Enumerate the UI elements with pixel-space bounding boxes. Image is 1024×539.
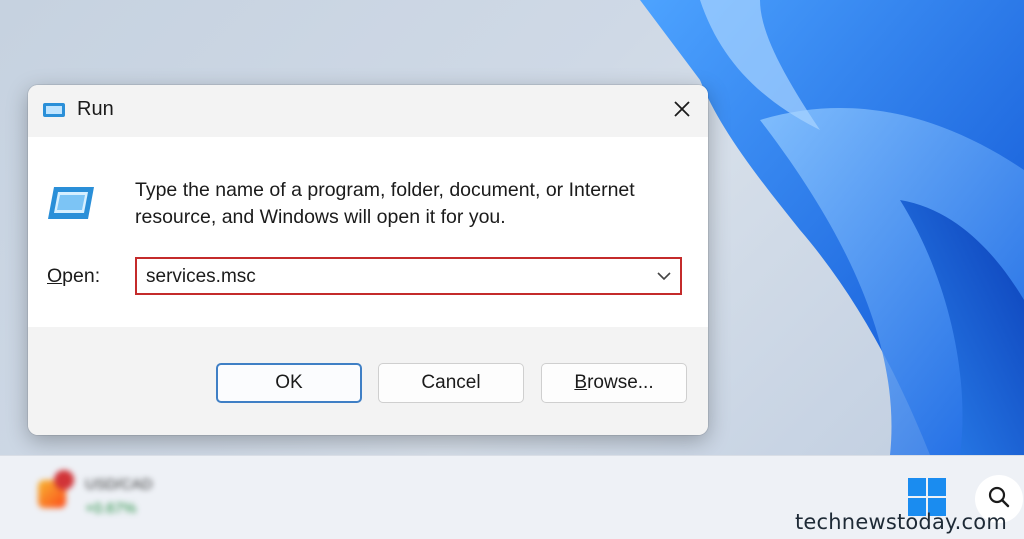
dialog-title: Run	[77, 98, 114, 120]
open-input[interactable]: services.msc	[135, 257, 682, 295]
run-dialog: Run Type the name of a program, folder, …	[28, 85, 708, 435]
chevron-down-icon[interactable]	[656, 269, 672, 283]
currency-widget[interactable]: USD/CAD +0.67%	[30, 470, 180, 520]
open-label-text: pen:	[62, 265, 101, 287]
dialog-content: Type the name of a program, folder, docu…	[28, 137, 708, 327]
title-bar[interactable]: Run	[28, 85, 708, 137]
open-label-accelerator: O	[47, 265, 63, 287]
watermark: technewstoday.com	[795, 510, 1007, 534]
browse-label-text: rowse...	[587, 372, 654, 393]
cancel-button[interactable]: Cancel	[378, 363, 524, 403]
open-label: Open:	[47, 265, 100, 288]
dialog-footer: OK Cancel Browse...	[28, 327, 708, 435]
run-icon	[48, 179, 100, 227]
ok-button[interactable]: OK	[216, 363, 362, 403]
close-icon	[673, 100, 691, 123]
close-button[interactable]	[660, 91, 704, 131]
dialog-description: Type the name of a program, folder, docu…	[135, 179, 635, 228]
run-icon	[42, 100, 66, 120]
currency-widget-change: +0.67%	[85, 500, 137, 517]
browse-button[interactable]: Browse...	[541, 363, 687, 403]
browse-accelerator: B	[574, 372, 588, 393]
open-input-value[interactable]: services.msc	[146, 266, 256, 288]
currency-widget-label: USD/CAD	[85, 476, 153, 493]
notification-badge	[54, 470, 74, 490]
